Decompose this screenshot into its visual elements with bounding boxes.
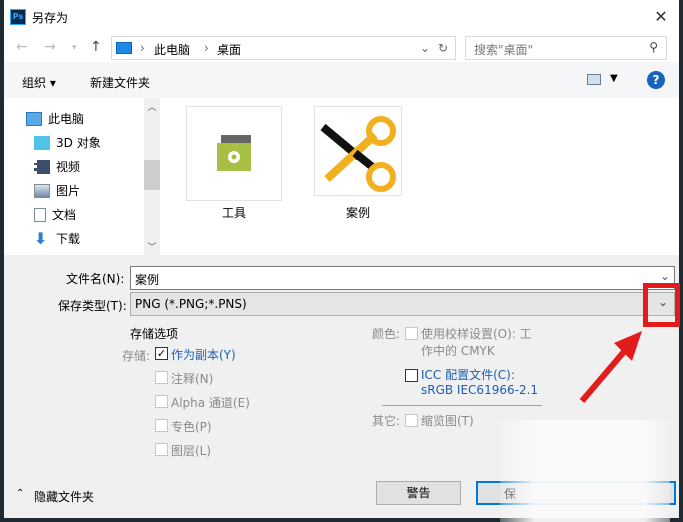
organize-button[interactable]: 组织 ▾	[22, 74, 56, 91]
close-button[interactable]: ✕	[643, 0, 679, 33]
dialog-title: 另存为	[32, 11, 69, 25]
cube-icon	[34, 135, 50, 150]
other-label: 其它:	[372, 414, 401, 428]
address-bar[interactable]: › 此电脑 › 桌面 ⌄ ↻	[111, 36, 456, 60]
color-label: 颜色:	[372, 327, 401, 341]
notes-checkbox	[155, 371, 168, 384]
photoshop-icon: Ps	[10, 9, 26, 25]
tree-item-videos[interactable]: 视频	[34, 158, 80, 175]
store-label: 存储:	[122, 349, 151, 363]
watermark-blur	[500, 420, 670, 522]
tree-item-documents[interactable]: 文档	[34, 206, 76, 223]
tree-scrollbar[interactable]: ︿ ﹀	[144, 98, 160, 255]
computer-icon	[116, 42, 132, 54]
alpha-checkbox	[155, 395, 168, 408]
layers-checkbox	[155, 443, 168, 456]
filename-label: 文件名(N):	[66, 272, 125, 286]
tree-item-downloads[interactable]: ⬇ 下载	[34, 230, 80, 247]
picture-icon	[34, 183, 50, 198]
folder-gear-icon	[217, 135, 251, 171]
search-input[interactable]: 搜索"桌面" ⚲	[465, 36, 667, 60]
thumbnail-label: 缩览图(T)	[421, 414, 474, 428]
film-icon	[34, 159, 50, 174]
file-name: 案例	[345, 206, 370, 220]
tree-label: 3D 对象	[56, 136, 101, 150]
tree-label: 视频	[56, 160, 81, 174]
computer-icon	[26, 111, 42, 126]
proof-label: 使用校样设置(O): 工	[421, 327, 532, 341]
proof-checkbox	[405, 327, 418, 340]
download-icon: ⬇	[34, 228, 48, 248]
filetype-select[interactable]: PNG (*.PNG;*.PNS) ⌄	[130, 292, 675, 316]
tree-label: 此电脑	[48, 112, 85, 126]
red-arrow-annotation	[579, 331, 642, 403]
back-icon[interactable]: ←	[16, 39, 28, 55]
chevron-up-icon[interactable]: ⌃	[16, 488, 24, 499]
tree-label: 下载	[56, 232, 81, 246]
filename-input[interactable]: 案例 ⌄	[130, 266, 675, 290]
highlight-box	[643, 283, 680, 327]
scrollbar-thumb[interactable]	[144, 160, 160, 190]
title-bar: Ps 另存为 ✕	[4, 0, 679, 33]
chevron-down-icon[interactable]: ⌄	[420, 41, 430, 55]
document-icon	[34, 207, 46, 222]
tree-item-this-pc[interactable]: 此电脑	[26, 110, 84, 127]
tree-label: 文档	[52, 208, 77, 222]
nav-bar: ← → ▾ ↑ › 此电脑 › 桌面 ⌄ ↻ 搜索"桌面" ⚲	[4, 33, 679, 62]
spot-checkbox	[155, 419, 168, 432]
view-dropdown-icon[interactable]: ▼	[610, 73, 618, 84]
scissors-icon	[320, 116, 396, 192]
breadcrumb-this-pc[interactable]: 此电脑	[154, 41, 190, 58]
forward-icon[interactable]: →	[44, 39, 56, 55]
file-item-case[interactable]	[314, 106, 402, 196]
recent-dropdown-icon[interactable]: ▾	[72, 43, 77, 53]
icc-label[interactable]: ICC 配置文件(C):	[421, 366, 515, 383]
as-copy-checkbox[interactable]: ✓	[155, 347, 168, 360]
search-icon: ⚲	[649, 40, 658, 54]
as-copy-label[interactable]: 作为副本(Y)	[171, 346, 236, 363]
warning-button[interactable]: 警告	[376, 481, 461, 505]
notes-label: 注释(N)	[171, 372, 214, 386]
view-icon[interactable]	[587, 74, 601, 85]
file-name: 工具	[221, 206, 246, 220]
tree-item-3d-objects[interactable]: 3D 对象	[34, 134, 101, 151]
up-icon[interactable]: ↑	[90, 39, 102, 55]
alpha-label: Alpha 通道(E)	[171, 396, 250, 410]
filetype-value: PNG (*.PNG;*.PNS)	[135, 297, 247, 311]
icc-profile: sRGB IEC61966-2.1	[421, 383, 539, 397]
filetype-label: 保存类型(T):	[58, 299, 127, 313]
tree-item-pictures[interactable]: 图片	[34, 182, 80, 199]
layers-label: 图层(L)	[171, 444, 212, 458]
thumbnail-checkbox	[405, 414, 418, 427]
toolbar: 组织 ▾ 新建文件夹 ▼ ?	[4, 62, 679, 98]
save-options-heading: 存储选项	[130, 327, 179, 341]
icc-checkbox[interactable]	[405, 369, 418, 382]
navigation-pane: 此电脑 3D 对象 视频 图片 文档 ⬇ 下载	[4, 98, 160, 255]
tree-label: 图片	[56, 184, 81, 198]
divider	[382, 405, 542, 406]
breadcrumb-desktop[interactable]: 桌面	[217, 41, 241, 58]
new-folder-button[interactable]: 新建文件夹	[90, 74, 150, 91]
refresh-icon[interactable]: ↻	[438, 41, 448, 55]
hide-folders-button[interactable]: 隐藏文件夹	[34, 488, 94, 505]
file-list: 工具 案例	[160, 98, 679, 255]
spot-label: 专色(P)	[171, 420, 212, 434]
file-item-tools[interactable]	[186, 106, 282, 201]
proof-label-2: 作中的 CMYK	[421, 344, 495, 358]
help-button[interactable]: ?	[647, 71, 665, 89]
chevron-down-icon[interactable]: ⌄	[660, 269, 670, 283]
filename-value: 案例	[135, 273, 160, 287]
search-placeholder: 搜索"桌面"	[474, 43, 534, 57]
